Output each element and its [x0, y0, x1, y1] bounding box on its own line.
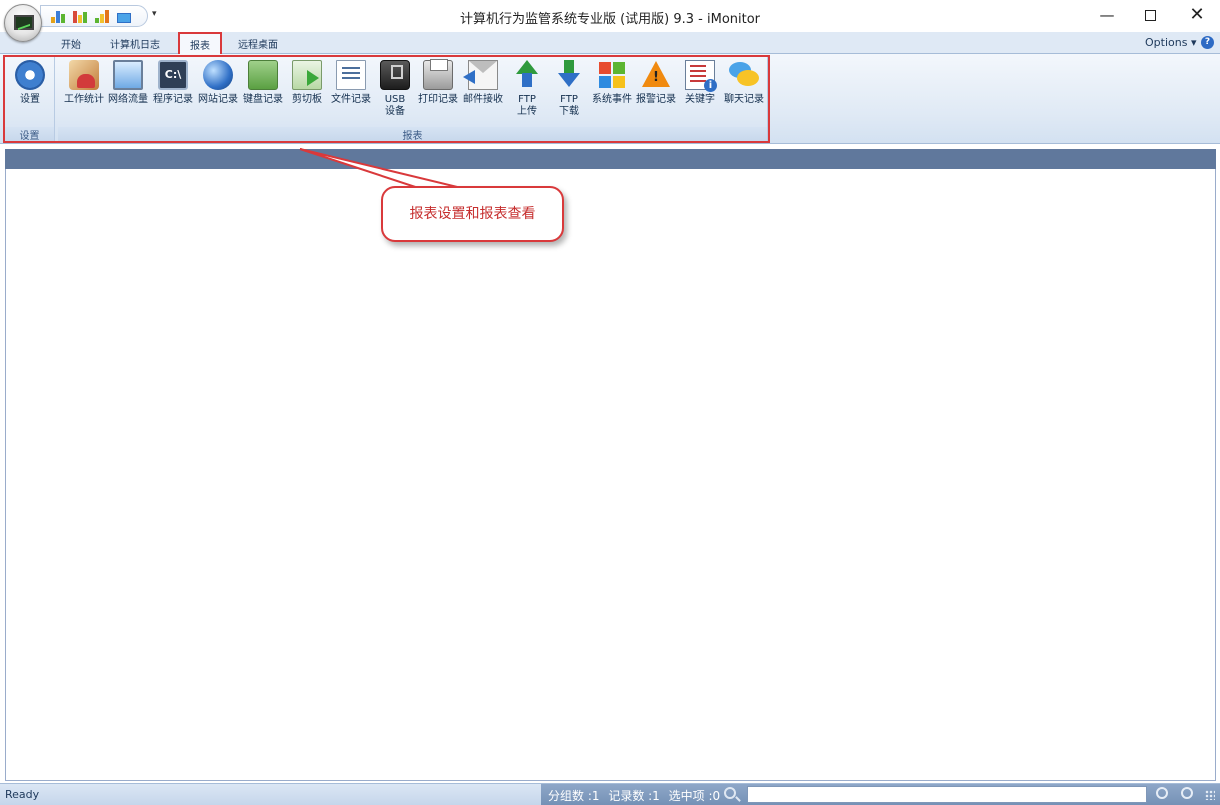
status-panel: 分组数 :1 记录数 :1 选中项 :0	[541, 784, 1220, 805]
selected-count: 选中项 :0	[668, 789, 721, 803]
file-log-button[interactable]: 文件记录	[329, 60, 373, 106]
program-log-label: 程序记录	[153, 94, 193, 105]
group-count: 分组数 :1	[548, 789, 600, 803]
file-log-label: 文件记录	[331, 94, 371, 105]
alert-log-button[interactable]: 报警记录	[634, 60, 678, 106]
chat-icon	[729, 60, 759, 90]
keyword-button[interactable]: 关键字	[678, 60, 722, 106]
mail-receive-label: 邮件接收	[463, 94, 503, 105]
search-input[interactable]	[747, 786, 1147, 803]
ftp-download-label-line2: 下载	[559, 106, 579, 117]
clipboard-icon	[292, 60, 322, 90]
tab-start[interactable]: 开始	[61, 36, 81, 51]
keyboard-log-button[interactable]: 键盘记录	[241, 60, 285, 106]
tab-report[interactable]: 报表	[178, 32, 222, 55]
keyword-icon	[685, 60, 717, 92]
keyboard-log-label: 键盘记录	[243, 94, 283, 105]
window-title: 计算机行为监管系统专业版 (试用版) 9.3 - iMonitor	[459, 12, 761, 27]
chat-log-button[interactable]: 聊天记录	[722, 60, 766, 106]
options-menu[interactable]: Options ▾	[1145, 36, 1196, 49]
ribbon-tab-bar: 开始 计算机日志 报表 远程桌面 Options ▾ ?	[0, 32, 1220, 55]
print-log-button[interactable]: 打印记录	[416, 59, 460, 106]
close-button[interactable]: ✕	[1182, 4, 1212, 26]
clipboard-label: 剪切板	[292, 94, 322, 105]
callout-annotation: 报表设置和报表查看	[381, 186, 564, 242]
download-icon	[554, 60, 584, 90]
system-events-label: 系统事件	[592, 94, 632, 105]
ftp-upload-label-line2: 上传	[517, 106, 537, 117]
clipboard-button[interactable]: 剪切板	[285, 60, 329, 106]
mail-receive-button[interactable]: 邮件接收	[461, 60, 505, 106]
title-bar: ▾ 计算机行为监管系统专业版 (试用版) 9.3 - iMonitor — ✕	[0, 0, 1220, 42]
website-log-button[interactable]: 网站记录	[196, 60, 240, 106]
status-ready: Ready	[5, 788, 40, 801]
command-prompt-icon: C:\	[158, 60, 188, 90]
maximize-button[interactable]	[1135, 4, 1165, 26]
minimize-button[interactable]: —	[1092, 4, 1122, 26]
app-menu-button[interactable]	[4, 4, 42, 42]
gear-icon	[15, 60, 45, 90]
alert-log-label: 报警记录	[636, 94, 676, 105]
usb-device-button[interactable]: USB 设备	[373, 60, 417, 118]
file-icon	[336, 60, 366, 90]
keyboard-icon	[248, 60, 278, 90]
website-log-label: 网站记录	[198, 94, 238, 105]
ribbon-group-settings: 设置 设置	[5, 56, 55, 142]
ftp-upload-label: FTP	[518, 94, 536, 105]
globe-icon	[203, 60, 233, 90]
ribbon-group-label-settings: 设置	[5, 127, 54, 142]
users-icon	[69, 60, 99, 90]
settings-button[interactable]: 设置	[8, 60, 52, 106]
status-counts: 分组数 :1 记录数 :1 选中项 :0	[548, 787, 725, 804]
printer-icon	[423, 59, 453, 90]
keyword-label: 关键字	[685, 94, 715, 105]
upload-icon	[512, 60, 542, 90]
warning-icon	[641, 60, 671, 90]
windows-icon	[597, 60, 627, 90]
zoom-out-icon[interactable]	[1156, 787, 1168, 799]
work-stats-button[interactable]: 工作统计	[62, 60, 106, 106]
maximize-icon	[1144, 10, 1156, 21]
ribbon-group-label-report: 报表	[58, 127, 767, 142]
usb-label-line2: 设备	[385, 106, 405, 117]
system-events-button[interactable]: 系统事件	[590, 60, 634, 106]
print-log-label: 打印记录	[418, 94, 458, 105]
ftp-download-label: FTP	[560, 94, 578, 105]
report-content-area[interactable]	[5, 169, 1216, 781]
settings-button-label: 设置	[20, 94, 40, 105]
mail-icon	[463, 60, 498, 90]
record-count: 记录数 :1	[608, 789, 660, 803]
monitors-icon	[113, 60, 143, 90]
work-stats-label: 工作统计	[64, 94, 104, 105]
ftp-download-button[interactable]: FTP 下载	[547, 60, 591, 118]
tab-remote-desktop[interactable]: 远程桌面	[238, 36, 278, 51]
monitor-icon	[14, 15, 34, 30]
network-traffic-button[interactable]: 网络流量	[106, 60, 150, 106]
usb-icon	[380, 60, 410, 90]
zoom-in-icon[interactable]	[1181, 787, 1193, 799]
ftp-upload-button[interactable]: FTP 上传	[505, 60, 549, 118]
content-header-bar	[5, 149, 1216, 169]
search-icon[interactable]	[724, 787, 736, 799]
status-bar: Ready 分组数 :1 记录数 :1 选中项 :0	[0, 783, 1220, 805]
chat-log-label: 聊天记录	[724, 94, 764, 105]
help-icon[interactable]: ?	[1201, 36, 1214, 49]
program-log-button[interactable]: C:\ 程序记录	[151, 60, 195, 106]
usb-label: USB	[384, 94, 406, 105]
ribbon-group-report: 工作统计 网络流量 C:\ 程序记录 网站记录 键盘记录 剪切板 文件记录 US	[58, 56, 768, 142]
ribbon-panel: 设置 设置 工作统计 网络流量 C:\ 程序记录 网站记录 键盘记录 剪切板 文…	[0, 54, 1220, 144]
network-traffic-label: 网络流量	[108, 94, 148, 105]
resize-grip-icon[interactable]	[1205, 790, 1215, 800]
tab-computer-log[interactable]: 计算机日志	[110, 36, 160, 51]
